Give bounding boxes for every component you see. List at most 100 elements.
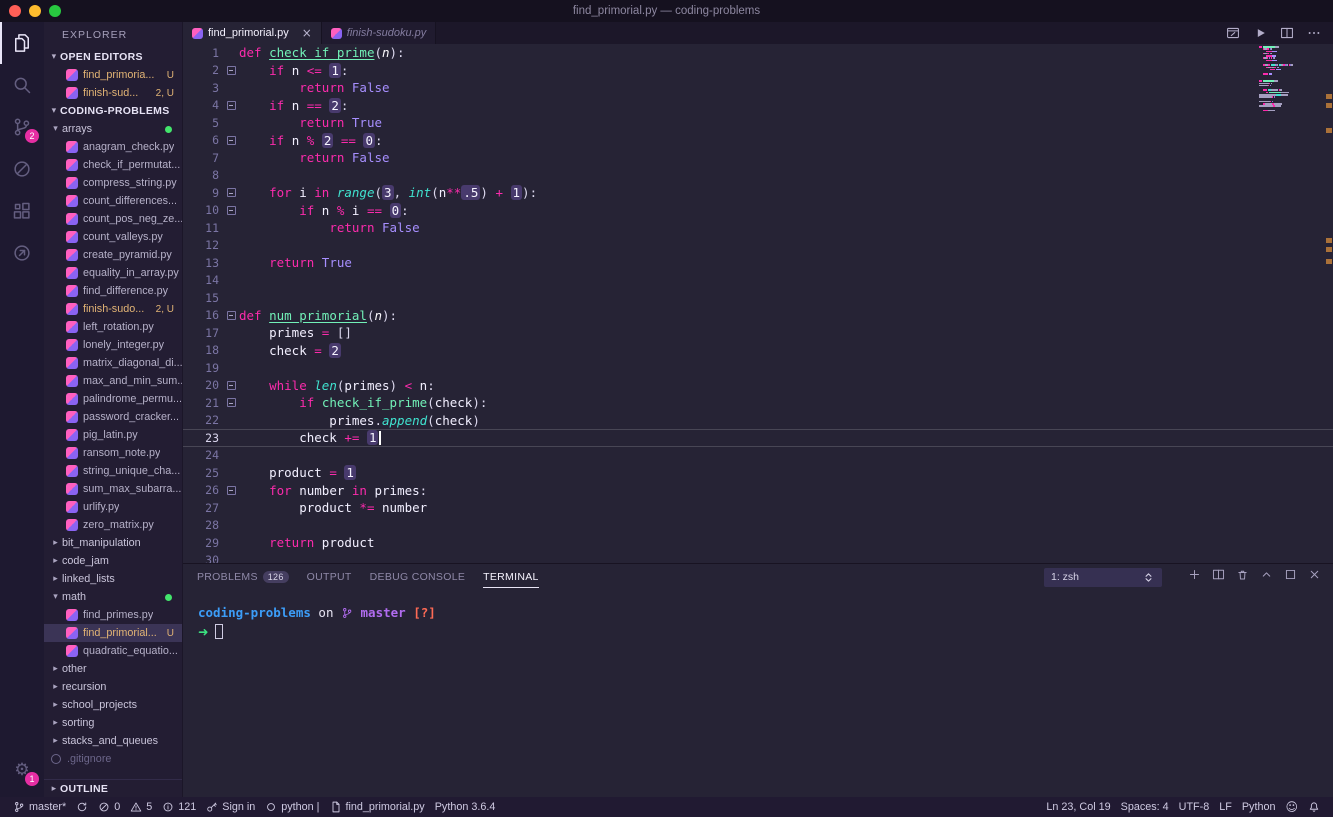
open-editor-item[interactable]: find_primoria... U xyxy=(44,66,182,84)
line-number[interactable]: 10 xyxy=(183,203,223,217)
line-number[interactable]: 21 xyxy=(183,396,223,410)
outline-header[interactable]: ▸ OUTLINE xyxy=(44,779,182,797)
tab-finish-sudoku-py[interactable]: finish-sudoku.py xyxy=(321,22,437,44)
close-tab-icon[interactable]: × xyxy=(302,26,312,40)
activity-bar-search[interactable] xyxy=(0,64,44,106)
code-line-25[interactable]: 25 product = 1 xyxy=(183,464,1333,482)
code-line-28[interactable]: 28 xyxy=(183,517,1333,535)
panel-tab-terminal[interactable]: TERMINAL xyxy=(483,564,539,590)
line-number[interactable]: 6 xyxy=(183,133,223,147)
code-line-14[interactable]: 14 xyxy=(183,272,1333,290)
status-infos[interactable]: 121 xyxy=(157,797,201,817)
minimap[interactable] xyxy=(1259,46,1321,114)
code-line-4[interactable]: 4 if n == 2: xyxy=(183,97,1333,115)
file-item[interactable]: finish-sudo... 2, U xyxy=(44,300,182,318)
line-number[interactable]: 4 xyxy=(183,98,223,112)
fold-indicator[interactable] xyxy=(223,188,239,198)
folder-item[interactable]: ▸ other xyxy=(44,660,182,678)
file-item[interactable]: count_differences... xyxy=(44,192,182,210)
activity-bar-source-control[interactable]: 2 xyxy=(0,106,44,148)
fold-indicator[interactable] xyxy=(223,205,239,215)
line-number[interactable]: 16 xyxy=(183,308,223,322)
line-number[interactable]: 9 xyxy=(183,186,223,200)
fold-indicator[interactable] xyxy=(223,380,239,390)
line-number[interactable]: 24 xyxy=(183,448,223,462)
code-line-24[interactable]: 24 xyxy=(183,447,1333,465)
panel-action-new-terminal[interactable] xyxy=(1188,568,1201,581)
line-number[interactable]: 2 xyxy=(183,63,223,77)
tab-find-primorial-py[interactable]: find_primorial.py × xyxy=(183,22,322,44)
line-number[interactable]: 18 xyxy=(183,343,223,357)
file-item[interactable]: find_primes.py xyxy=(44,606,182,624)
line-number[interactable]: 17 xyxy=(183,326,223,340)
file-item[interactable]: lonely_integer.py xyxy=(44,336,182,354)
code-line-5[interactable]: 5 return True xyxy=(183,114,1333,132)
file-item[interactable]: palindrome_permu... xyxy=(44,390,182,408)
line-number[interactable]: 1 xyxy=(183,46,223,60)
code-line-11[interactable]: 11 return False xyxy=(183,219,1333,237)
fold-indicator[interactable] xyxy=(223,398,239,408)
line-number[interactable]: 22 xyxy=(183,413,223,427)
panel-action-split-terminal[interactable] xyxy=(1212,568,1225,581)
status-cursor-position[interactable]: Ln 23, Col 19 xyxy=(1041,797,1115,817)
code-line-27[interactable]: 27 product *= number xyxy=(183,499,1333,517)
status-language-mode[interactable]: Python xyxy=(1237,797,1281,817)
code-line-17[interactable]: 17 primes = [] xyxy=(183,324,1333,342)
code-line-30[interactable]: 30 xyxy=(183,552,1333,563)
line-number[interactable]: 27 xyxy=(183,501,223,515)
folder-item[interactable]: ▸ sorting xyxy=(44,714,182,732)
code-line-18[interactable]: 18 check = 2 xyxy=(183,342,1333,360)
fold-indicator[interactable] xyxy=(223,485,239,495)
status-current-file[interactable]: find_primorial.py xyxy=(325,797,430,817)
code-line-15[interactable]: 15 xyxy=(183,289,1333,307)
file-item[interactable]: equality_in_array.py xyxy=(44,264,182,282)
fold-indicator[interactable] xyxy=(223,100,239,110)
code-line-13[interactable]: 13 return True xyxy=(183,254,1333,272)
line-number[interactable]: 29 xyxy=(183,536,223,550)
editor-action-run-file[interactable] xyxy=(1253,26,1267,40)
file-item[interactable]: create_pyramid.py xyxy=(44,246,182,264)
status-python-version[interactable]: Python 3.6.4 xyxy=(430,797,501,817)
file-item[interactable]: ransom_note.py xyxy=(44,444,182,462)
file-item[interactable]: sum_max_subarra... xyxy=(44,480,182,498)
overview-ruler[interactable] xyxy=(1324,44,1333,563)
panel-action-restore-panel[interactable] xyxy=(1284,568,1297,581)
folder-item[interactable]: ▸ code_jam xyxy=(44,552,182,570)
file-item[interactable]: find_difference.py xyxy=(44,282,182,300)
folder-item[interactable]: ▸ stacks_and_queues xyxy=(44,732,182,750)
code-line-7[interactable]: 7 return False xyxy=(183,149,1333,167)
file-item[interactable]: matrix_diagonal_di... xyxy=(44,354,182,372)
editor-action-split-editor[interactable] xyxy=(1280,26,1294,40)
file-item[interactable]: max_and_min_sum... xyxy=(44,372,182,390)
line-number[interactable]: 14 xyxy=(183,273,223,287)
line-number[interactable]: 25 xyxy=(183,466,223,480)
editor-action-open-preview[interactable] xyxy=(1226,26,1240,40)
code-line-20[interactable]: 20 while len(primes) < n: xyxy=(183,377,1333,395)
code-line-19[interactable]: 19 xyxy=(183,359,1333,377)
code-line-22[interactable]: 22 primes.append(check) xyxy=(183,412,1333,430)
line-number[interactable]: 3 xyxy=(183,81,223,95)
status-sign-in[interactable]: Sign in xyxy=(201,797,260,817)
code-line-9[interactable]: 9 for i in range(3, int(n** .5) + 1): xyxy=(183,184,1333,202)
code-line-23[interactable]: 23 check += 1 xyxy=(183,429,1333,447)
file-item[interactable]: anagram_check.py xyxy=(44,138,182,156)
line-number[interactable]: 30 xyxy=(183,553,223,563)
terminal-shell-select[interactable]: 1: zsh xyxy=(1044,567,1162,587)
activity-bar-explorer[interactable] xyxy=(0,22,44,64)
status-indentation[interactable]: Spaces: 4 xyxy=(1116,797,1174,817)
code-line-12[interactable]: 12 xyxy=(183,237,1333,255)
line-number[interactable]: 11 xyxy=(183,221,223,235)
status-feedback[interactable]: ☺ xyxy=(1280,797,1303,817)
file-item[interactable]: string_unique_cha... xyxy=(44,462,182,480)
activity-bar-settings[interactable]: ⚙ 1 xyxy=(0,749,44,791)
folder-item[interactable]: ▸ linked_lists xyxy=(44,570,182,588)
file-item[interactable]: urlify.py xyxy=(44,498,182,516)
file-item[interactable]: pig_latin.py xyxy=(44,426,182,444)
code-line-26[interactable]: 26 for number in primes: xyxy=(183,482,1333,500)
file-item[interactable]: find_primorial... U xyxy=(44,624,182,642)
line-number[interactable]: 26 xyxy=(183,483,223,497)
panel-tab-output[interactable]: OUTPUT xyxy=(307,564,352,590)
code-line-29[interactable]: 29 return product xyxy=(183,534,1333,552)
code-line-1[interactable]: 1 def check_if_prime(n): xyxy=(183,44,1333,62)
file-item[interactable]: count_valleys.py xyxy=(44,228,182,246)
